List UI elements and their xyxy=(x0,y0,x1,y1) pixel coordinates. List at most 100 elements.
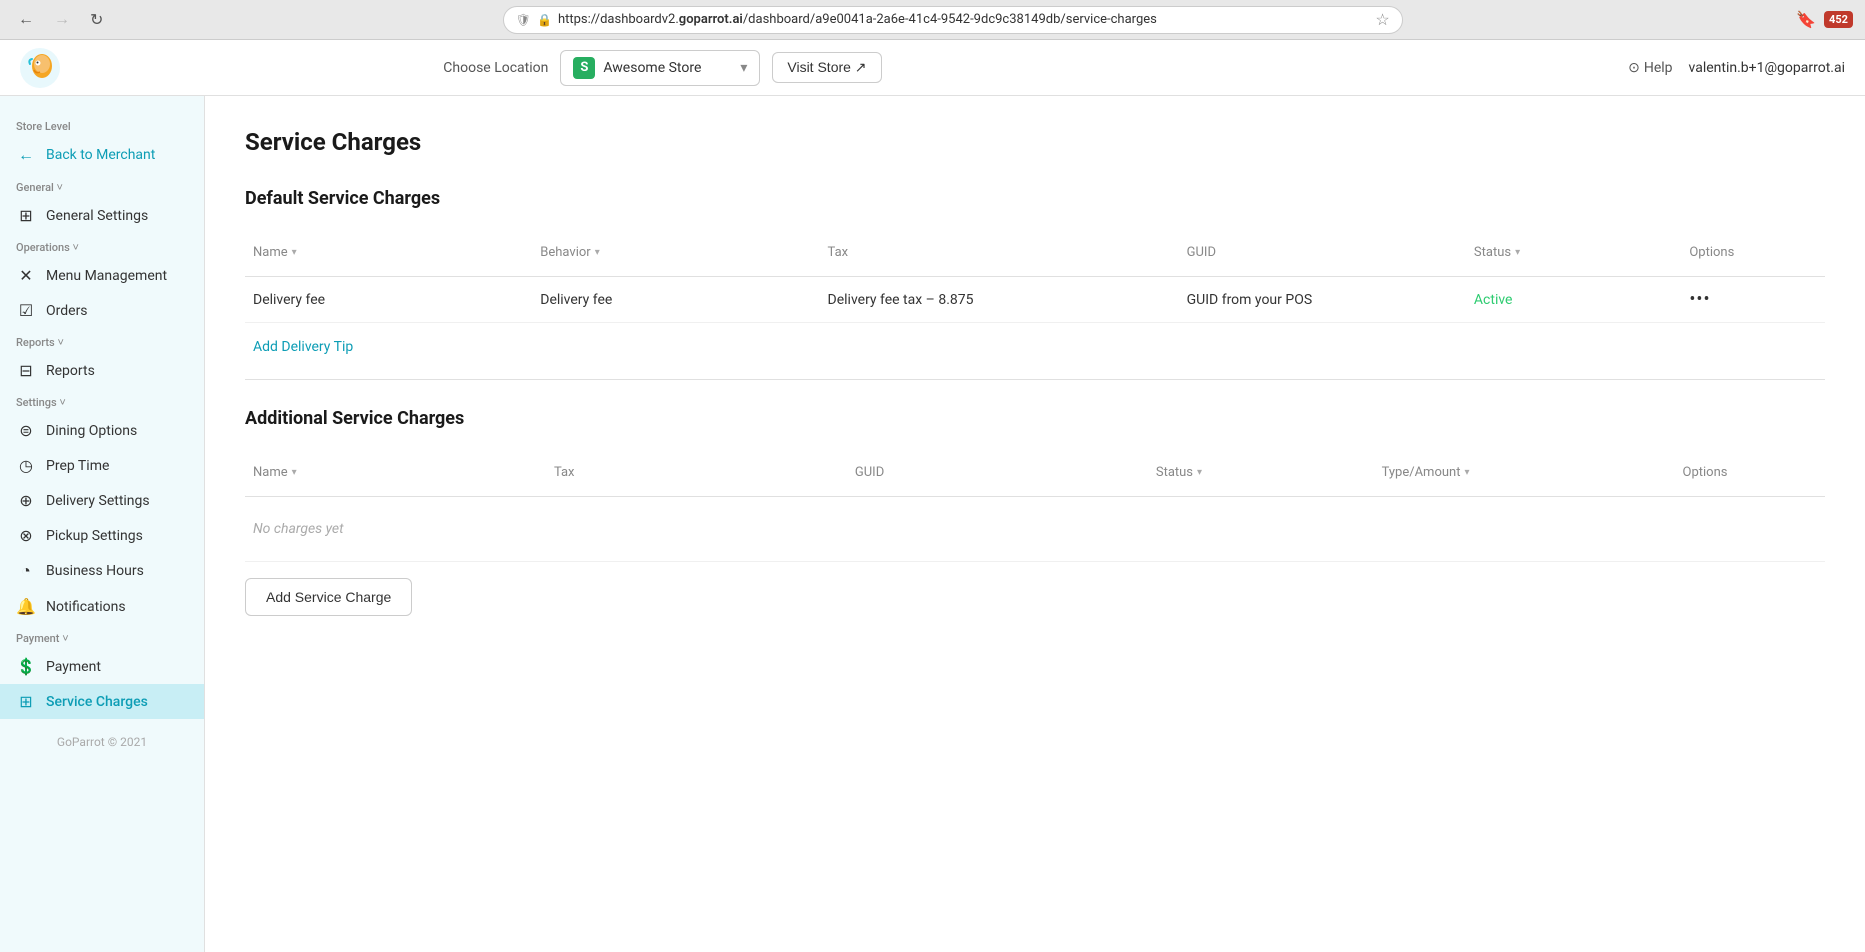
back-icon: ← xyxy=(16,145,36,165)
orders-icon: ☑ xyxy=(16,301,36,320)
add-col-name[interactable]: Name ▾ xyxy=(245,457,546,488)
add-col-guid: GUID xyxy=(847,457,1148,488)
page-title: Service Charges xyxy=(245,128,1825,156)
row-tax: Delivery fee tax – 8.875 xyxy=(820,284,1179,316)
sidebar-item-prep-time[interactable]: ◷ Prep Time xyxy=(0,448,204,483)
row-behavior: Delivery fee xyxy=(532,284,819,316)
col-behavior[interactable]: Behavior ▾ xyxy=(532,237,819,268)
additional-section-title: Additional Service Charges xyxy=(245,408,1825,429)
sidebar-item-general-settings[interactable]: ⊞ General Settings xyxy=(0,198,204,233)
add-status-sort-icon: ▾ xyxy=(1197,467,1202,478)
refresh-button[interactable]: ↻ xyxy=(84,6,109,34)
header-center: Choose Location S Awesome Store ▾ Visit … xyxy=(443,50,881,86)
business-hours-label: Business Hours xyxy=(46,563,144,579)
dining-options-label: Dining Options xyxy=(46,423,137,439)
main-content: Service Charges Default Service Charges … xyxy=(205,96,1865,952)
help-button[interactable]: ⊙ Help xyxy=(1628,60,1672,76)
default-table: Name ▾ Behavior ▾ Tax GUID Status ▾ Opti… xyxy=(245,229,1825,371)
orders-label: Orders xyxy=(46,303,88,319)
add-col-options: Options xyxy=(1675,457,1825,488)
add-col-type-amount[interactable]: Type/Amount ▾ xyxy=(1374,457,1675,488)
sidebar-item-dining-options[interactable]: ⊜ Dining Options xyxy=(0,413,204,448)
sidebar-item-business-hours[interactable]: ◔ Business Hours xyxy=(0,553,204,589)
sidebar-item-delivery-settings[interactable]: ⊕ Delivery Settings xyxy=(0,483,204,518)
add-delivery-tip-link[interactable]: Add Delivery Tip xyxy=(245,323,361,371)
sidebar-item-menu-management[interactable]: ✕ Menu Management xyxy=(0,258,204,293)
sidebar-item-reports[interactable]: ⊟ Reports xyxy=(0,353,204,388)
menu-icon: ✕ xyxy=(16,266,36,285)
additional-table: Name ▾ Tax GUID Status ▾ Type/Amount ▾ O… xyxy=(245,449,1825,562)
active-status-badge: Active xyxy=(1474,292,1513,308)
general-settings-label: General Settings xyxy=(46,208,148,224)
operations-section-label: Operations ˅ xyxy=(0,233,204,258)
behavior-sort-icon: ▾ xyxy=(595,247,600,258)
additional-table-header: Name ▾ Tax GUID Status ▾ Type/Amount ▾ O… xyxy=(245,449,1825,497)
url-bar[interactable]: 🛡 🔒 https://dashboardv2.goparrot.ai/dash… xyxy=(503,6,1403,34)
choose-location-label: Choose Location xyxy=(443,60,548,76)
hours-icon: ◔ xyxy=(16,561,36,581)
clock-icon: ◷ xyxy=(16,456,36,475)
logo xyxy=(20,48,60,88)
lock-icon: 🔒 xyxy=(537,13,552,27)
location-select[interactable]: S Awesome Store ▾ xyxy=(560,50,760,86)
service-charges-icon: ⊞ xyxy=(16,692,36,711)
pickup-icon: ⊗ xyxy=(16,526,36,545)
bell-icon: 🔔 xyxy=(16,597,36,616)
add-col-status[interactable]: Status ▾ xyxy=(1148,457,1374,488)
add-name-sort-icon: ▾ xyxy=(292,467,297,478)
col-tax: Tax xyxy=(820,237,1179,268)
extension-badge: 452 xyxy=(1824,11,1853,28)
sidebar-item-pickup-settings[interactable]: ⊗ Pickup Settings xyxy=(0,518,204,553)
add-service-charge-button[interactable]: Add Service Charge xyxy=(245,578,412,616)
sidebar-item-orders[interactable]: ☑ Orders xyxy=(0,293,204,328)
sidebar-item-payment[interactable]: 💲 Payment xyxy=(0,649,204,684)
payment-label: Payment xyxy=(46,659,101,675)
help-icon: ⊙ xyxy=(1628,60,1640,76)
row-status: Active xyxy=(1466,284,1681,316)
col-name[interactable]: Name ▾ xyxy=(245,237,532,268)
menu-management-label: Menu Management xyxy=(46,268,167,284)
shield-icon: 🛡 xyxy=(516,13,531,27)
row-name: Delivery fee xyxy=(245,284,532,316)
row-options[interactable]: ••• xyxy=(1681,281,1825,318)
reports-label: Reports xyxy=(46,363,95,379)
store-level-label: Store Level xyxy=(0,112,204,137)
empty-state-row: No charges yet xyxy=(245,497,1825,562)
pocket-icon[interactable]: 🔖 xyxy=(1796,10,1816,29)
delivery-icon: ⊕ xyxy=(16,491,36,510)
add-type-sort-icon: ▾ xyxy=(1464,467,1469,478)
back-button[interactable]: ← xyxy=(12,7,40,33)
pickup-settings-label: Pickup Settings xyxy=(46,528,143,544)
delivery-settings-label: Delivery Settings xyxy=(46,493,150,509)
notifications-label: Notifications xyxy=(46,599,126,615)
sidebar-item-notifications[interactable]: 🔔 Notifications xyxy=(0,589,204,624)
status-sort-icon: ▾ xyxy=(1515,247,1520,258)
back-label: Back to Merchant xyxy=(46,147,155,163)
sidebar: Store Level ← Back to Merchant General ˅… xyxy=(0,96,205,952)
default-section-title: Default Service Charges xyxy=(245,188,1825,209)
sidebar-item-back[interactable]: ← Back to Merchant xyxy=(0,137,204,173)
url-text: https://dashboardv2.goparrot.ai/dashboar… xyxy=(558,12,1369,27)
col-options: Options xyxy=(1681,237,1825,268)
bookmark-icon[interactable]: ☆ xyxy=(1375,10,1389,29)
no-charges-label: No charges yet xyxy=(245,501,546,557)
dining-icon: ⊜ xyxy=(16,421,36,440)
chevron-down-icon: ▾ xyxy=(740,60,747,76)
app-layout: Store Level ← Back to Merchant General ˅… xyxy=(0,96,1865,952)
location-icon: S xyxy=(573,57,595,79)
app-header: Choose Location S Awesome Store ▾ Visit … xyxy=(0,40,1865,96)
visit-store-button[interactable]: Visit Store ↗ xyxy=(772,52,881,83)
prep-time-label: Prep Time xyxy=(46,458,109,474)
location-name: Awesome Store xyxy=(603,60,732,76)
section-divider xyxy=(245,379,1825,380)
col-status[interactable]: Status ▾ xyxy=(1466,237,1681,268)
grid-icon: ⊞ xyxy=(16,206,36,225)
sidebar-item-service-charges[interactable]: ⊞ Service Charges xyxy=(0,684,204,719)
forward-button[interactable]: → xyxy=(48,7,76,33)
payment-section-label: Payment ˅ xyxy=(0,624,204,649)
options-menu-button[interactable]: ••• xyxy=(1689,289,1710,310)
col-guid: GUID xyxy=(1179,237,1466,268)
settings-section-label: Settings ˅ xyxy=(0,388,204,413)
reports-section-label: Reports ˅ xyxy=(0,328,204,353)
add-col-tax: Tax xyxy=(546,457,847,488)
